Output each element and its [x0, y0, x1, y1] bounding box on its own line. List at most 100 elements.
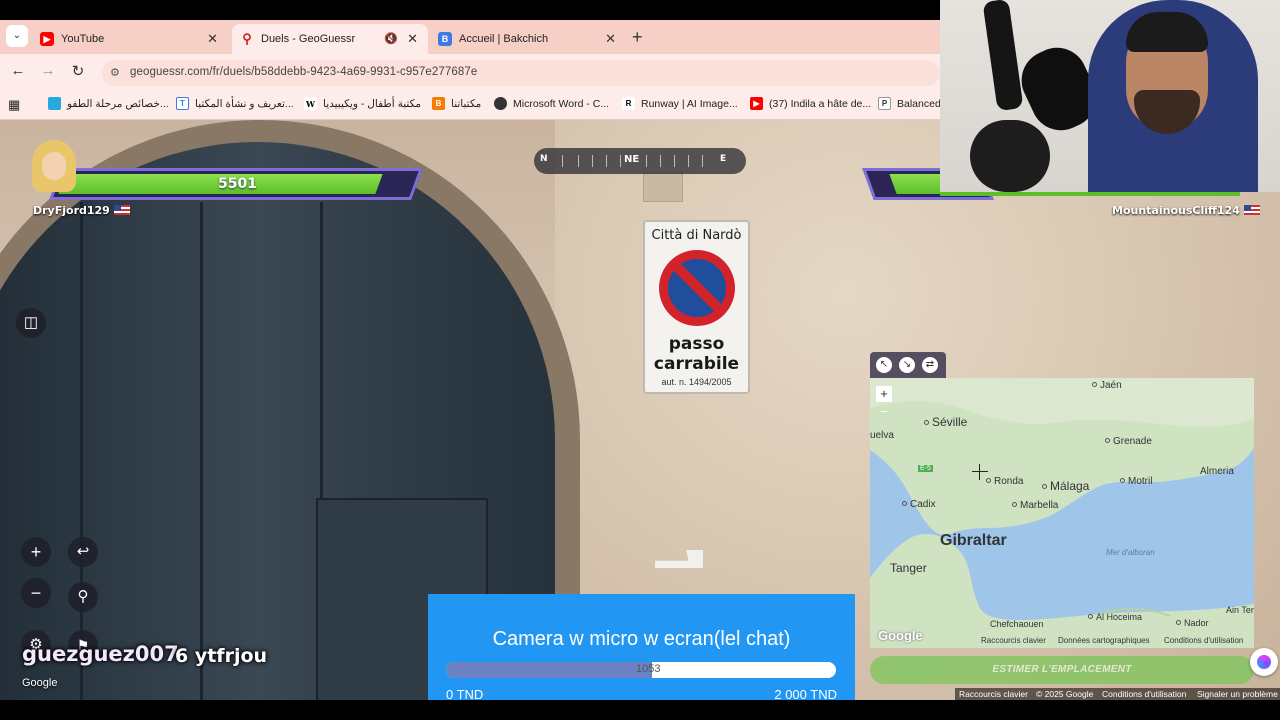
- us-flag-icon: [113, 205, 130, 215]
- number-plate: [643, 172, 683, 202]
- url-field[interactable]: ⚙ geoguessr.com/fr/duels/b58ddebb-9423-4…: [102, 60, 940, 86]
- youtube-icon: ▶: [40, 32, 54, 46]
- map-footer-link[interactable]: Conditions d'utilisation: [1164, 636, 1243, 645]
- forward-arrow-icon[interactable]: →: [38, 62, 58, 79]
- apps-grid-icon[interactable]: ▦: [8, 97, 20, 113]
- report-camera-icon[interactable]: ◫: [16, 308, 46, 338]
- tab-search-button[interactable]: ⌄: [6, 25, 28, 47]
- bookmark-item[interactable]: W مكتبة أطفال - ويكيبيديا: [304, 97, 421, 110]
- bookmark-item[interactable]: R Runway | AI Image...: [622, 97, 738, 110]
- tab-title: Accueil | Bakchich: [459, 33, 549, 45]
- zoom-in-button[interactable]: +: [21, 537, 51, 567]
- bookmark-item[interactable]: ▶ (37) Indila a hâte de...: [750, 97, 871, 110]
- map-label: Marbella: [1012, 500, 1058, 511]
- new-tab-icon[interactable]: +: [632, 27, 643, 48]
- zoom-out-button[interactable]: −: [21, 578, 51, 608]
- map-label: Cadix: [902, 499, 936, 510]
- attribution-link[interactable]: Raccourcis clavier: [959, 689, 1028, 699]
- guess-button[interactable]: ESTIMER L'EMPLACEMENT: [870, 656, 1254, 684]
- bookmark-item[interactable]: P Balanced: [878, 97, 941, 110]
- tab-title: Duels - GeoGuessr: [261, 33, 356, 45]
- mic-mount: [970, 120, 1050, 192]
- bookmark-item[interactable]: خصائص مرحلة الطفو...: [48, 97, 169, 110]
- runway-icon: R: [622, 97, 635, 110]
- return-to-start-pin-icon[interactable]: ⚲: [68, 582, 98, 612]
- bookmark-item[interactable]: T تعريف و نشأة المكتبا...: [176, 97, 294, 110]
- sign-line: carrabile: [653, 354, 740, 374]
- top-black-band: [0, 0, 940, 20]
- door-plank: [200, 202, 203, 700]
- map-label: Almeria: [1200, 466, 1234, 477]
- google-logo: Google: [878, 628, 923, 643]
- compass-label: N: [540, 154, 548, 164]
- door-plank: [80, 202, 83, 700]
- map-label: Málaga: [1042, 479, 1089, 493]
- close-tab-icon[interactable]: ✕: [207, 31, 218, 47]
- extension-icon[interactable]: [1250, 648, 1278, 676]
- map-label: Gibraltar: [940, 532, 1007, 549]
- expand-map-icon[interactable]: ↖: [876, 357, 892, 373]
- player-name-right: MountainousCliff124: [1112, 204, 1260, 217]
- road-label: E-5: [918, 465, 933, 472]
- site-info-icon[interactable]: ⚙: [110, 66, 120, 79]
- no-parking-sign: Città di Nardò passo carrabile aut. n. 1…: [643, 220, 750, 394]
- compass[interactable]: N NE E: [534, 148, 746, 174]
- location-pin-icon: ⚲: [242, 31, 252, 46]
- map-label: Grenade: [1105, 436, 1152, 447]
- map-label: Ronda: [986, 476, 1023, 487]
- donation-progress-fill: [446, 662, 652, 678]
- undo-move-icon[interactable]: ↩: [68, 537, 98, 567]
- compass-label: E: [720, 154, 727, 164]
- tab-bakchich[interactable]: B Accueil | Bakchich ✕: [430, 24, 626, 54]
- back-arrow-icon[interactable]: ←: [8, 62, 28, 79]
- donation-current: 1053: [636, 663, 661, 675]
- map-footer-link[interactable]: Raccourcis clavier: [981, 636, 1046, 645]
- shrink-map-icon[interactable]: ↘: [899, 357, 915, 373]
- streamer-name: guezguez007: [22, 642, 179, 666]
- muted-speaker-icon[interactable]: 🔇: [384, 32, 398, 45]
- map-label: Nador: [1176, 618, 1209, 628]
- pin-map-icon[interactable]: ⇄: [922, 357, 938, 373]
- map-label: Al Hoceima: [1088, 612, 1142, 622]
- map-footer-link[interactable]: Données cartographiques: [1058, 636, 1150, 645]
- player-name-left: DryFjord129: [33, 204, 130, 217]
- map-label: Jaén: [1092, 380, 1122, 391]
- map-label: uelva: [870, 430, 894, 441]
- blogger-icon: B: [432, 97, 445, 110]
- map-label: Chefchaouen: [990, 619, 1044, 629]
- guess-map[interactable]: + − Jaén Séville uelva Grenade E-5 Ronda…: [870, 378, 1254, 648]
- sign-title: Città di Nardò: [651, 228, 742, 243]
- map-zoom-in-button[interactable]: +: [876, 386, 892, 402]
- sign-authorization: aut. n. 1494/2005: [661, 377, 732, 387]
- bookmarks-bar: ▦ خصائص مرحلة الطفو... T تعريف و نشأة ال…: [0, 90, 941, 120]
- close-tab-icon[interactable]: ✕: [407, 31, 418, 47]
- donation-goal-title: Camera w micro w ecran(lel chat): [492, 628, 791, 650]
- tab-geoguessr[interactable]: ⚲ Duels - GeoGuessr 🔇 ✕: [232, 24, 428, 54]
- map-toolbar: ↖ ↘ ⇄: [870, 352, 946, 378]
- webcam-overlay: [940, 0, 1280, 192]
- streamer-hair: [1126, 12, 1208, 52]
- tab-bar: ⌄ ▶ YouTube ✕ ⚲ Duels - GeoGuessr 🔇 ✕ B …: [0, 20, 940, 54]
- map-label: Motril: [1120, 476, 1152, 487]
- donation-progress-bar: 1053: [446, 662, 836, 678]
- map-label: Tanger: [890, 561, 927, 575]
- mic-arm: [982, 0, 1024, 112]
- map-zoom-out-button[interactable]: −: [876, 404, 892, 420]
- compass-label: NE: [624, 154, 640, 165]
- sign-line: passo: [668, 334, 725, 354]
- map-label: Ain Tem: [1226, 605, 1254, 615]
- tab-youtube[interactable]: ▶ YouTube ✕: [32, 24, 228, 54]
- document-icon: T: [176, 97, 189, 110]
- bookmark-item[interactable]: Microsoft Word - C...: [494, 97, 609, 110]
- avatar: [32, 140, 76, 196]
- map-label: Séville: [924, 415, 967, 429]
- close-tab-icon[interactable]: ✕: [605, 31, 616, 47]
- reload-icon[interactable]: ↻: [68, 62, 88, 80]
- chat-message: 6 ytfrjou: [175, 645, 268, 667]
- attribution-link[interactable]: Signaler un problème: [1197, 689, 1278, 699]
- youtube-icon: ▶: [750, 97, 763, 110]
- bookmark-item[interactable]: B مكتباتنا: [432, 97, 481, 110]
- url-text: geoguessr.com/fr/duels/b58ddebb-9423-4a6…: [130, 66, 478, 78]
- wikipedia-w-icon: W: [304, 97, 317, 110]
- attribution-link[interactable]: Conditions d'utilisation: [1102, 689, 1186, 699]
